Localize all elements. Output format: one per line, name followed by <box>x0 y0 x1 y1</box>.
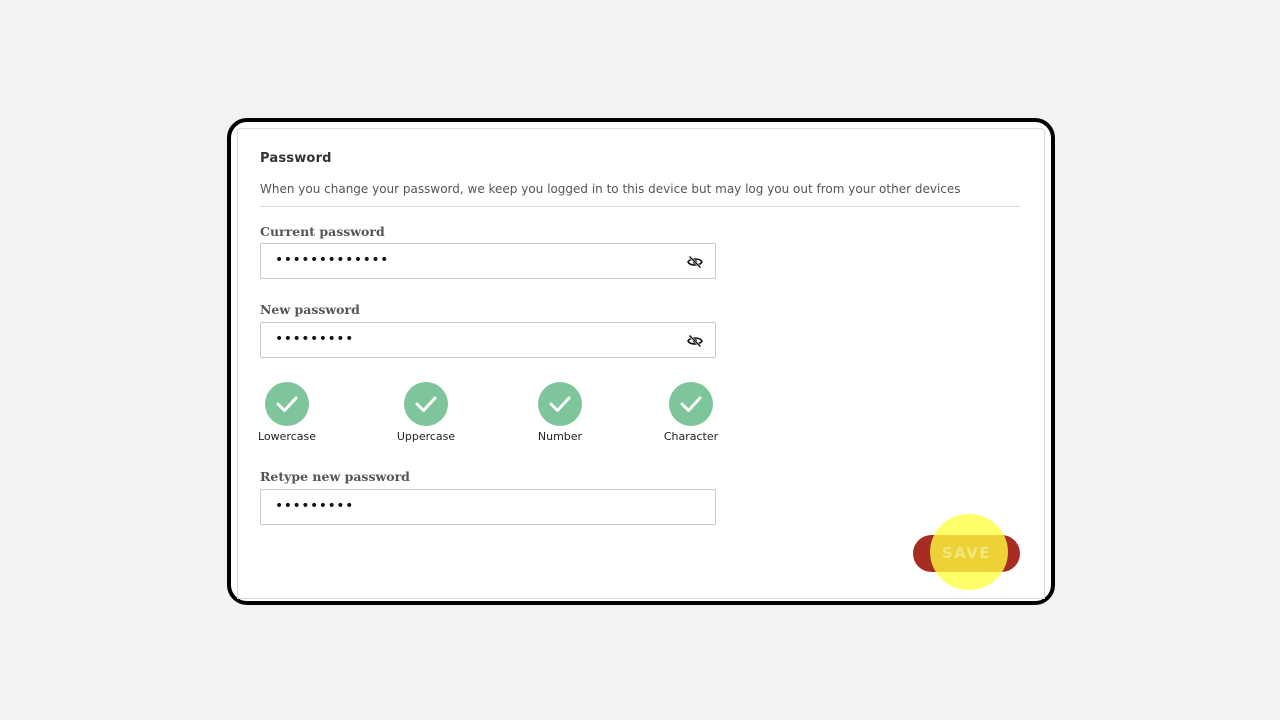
new-password-label: New password <box>260 302 360 317</box>
section-title: Password <box>260 151 332 166</box>
device-frame: Password When you change your password, … <box>227 118 1055 605</box>
new-password-field[interactable]: ••••••••• <box>260 322 716 358</box>
requirement-label: Uppercase <box>396 430 456 443</box>
retype-password-value: ••••••••• <box>275 498 354 514</box>
divider <box>260 206 1020 207</box>
requirement-label: Lowercase <box>258 430 316 443</box>
lowercase-check-icon <box>265 382 309 426</box>
current-password-field[interactable]: ••••••••••••• <box>260 243 716 279</box>
section-description: When you change your password, we keep y… <box>260 182 961 196</box>
character-check-icon <box>669 382 713 426</box>
uppercase-check-icon <box>404 382 448 426</box>
retype-password-field[interactable]: ••••••••• <box>260 489 716 525</box>
number-check-icon <box>538 382 582 426</box>
eye-slash-icon[interactable] <box>687 333 703 348</box>
eye-slash-icon[interactable] <box>687 254 703 269</box>
new-password-value: ••••••••• <box>275 331 354 347</box>
current-password-label: Current password <box>260 224 385 239</box>
retype-password-label: Retype new password <box>260 469 410 484</box>
requirement-label: Character <box>663 430 719 443</box>
password-settings-panel: Password When you change your password, … <box>237 128 1045 599</box>
current-password-value: ••••••••••••• <box>275 252 389 268</box>
save-button[interactable] <box>913 535 1020 572</box>
requirement-label: Number <box>537 430 583 443</box>
